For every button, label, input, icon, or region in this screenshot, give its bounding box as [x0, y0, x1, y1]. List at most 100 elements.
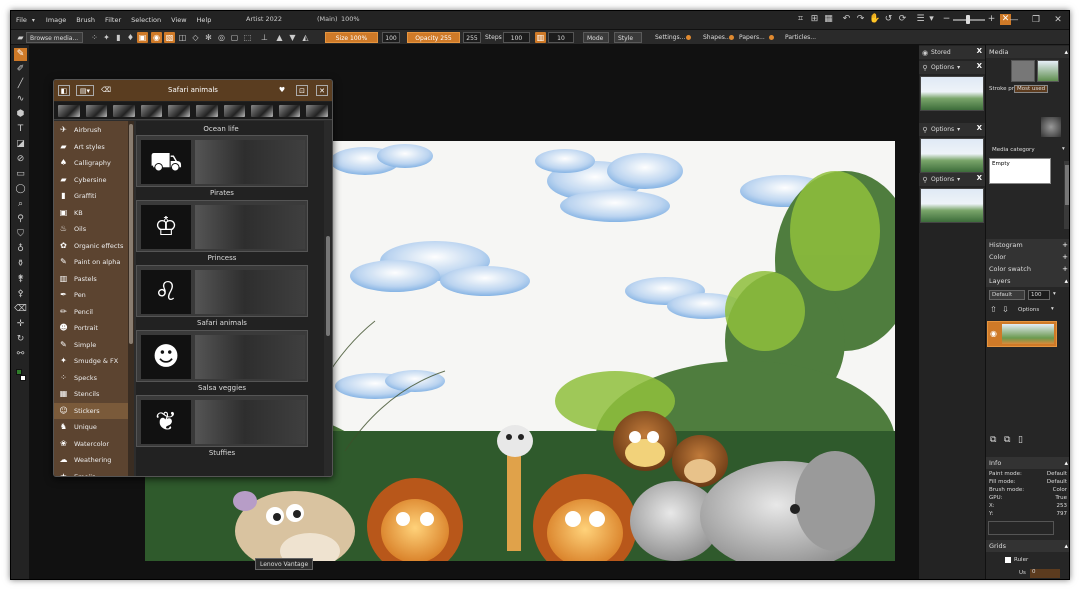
- layer-row[interactable]: ◉: [987, 321, 1057, 347]
- undo-icon[interactable]: ↶: [841, 14, 852, 25]
- category-item[interactable]: ✎ Simple: [54, 337, 128, 353]
- category-scrollbar[interactable]: [128, 121, 134, 476]
- settings-link[interactable]: Settings...: [655, 32, 685, 43]
- lock-icon[interactable]: ▣: [137, 32, 148, 43]
- menu-help[interactable]: Help: [192, 16, 217, 24]
- ellipse-select-icon[interactable]: ◯: [14, 183, 27, 196]
- link-icon[interactable]: ⚯: [14, 348, 27, 361]
- style-dropdown[interactable]: Style: [614, 32, 642, 43]
- preset-card[interactable]: ♌: [136, 265, 308, 317]
- pen-tool-icon[interactable]: ✐: [14, 63, 27, 76]
- category-item[interactable]: ✦ Smudge & FX: [54, 353, 128, 369]
- opacity-button[interactable]: Opacity 255: [407, 32, 460, 43]
- rect-select-icon[interactable]: ▭: [14, 168, 27, 181]
- texture-icon[interactable]: ◫: [177, 32, 188, 43]
- papers-link[interactable]: Papers...: [739, 32, 765, 43]
- shapes-link[interactable]: Shapes...: [703, 32, 731, 43]
- right-scrollbar[interactable]: [1064, 161, 1069, 229]
- brush-tip-icon[interactable]: ▮: [113, 32, 124, 43]
- hand-icon[interactable]: ✋: [869, 14, 880, 25]
- maximize-icon[interactable]: ❐: [1025, 11, 1047, 29]
- category-item[interactable]: ✈ Airbrush: [54, 122, 128, 138]
- cube-tool-icon[interactable]: ⬢: [14, 108, 27, 121]
- preset-card[interactable]: ♔: [136, 200, 308, 252]
- rotate-icon[interactable]: ↻: [14, 333, 27, 346]
- close-icon[interactable]: ✕: [316, 85, 328, 96]
- category-item[interactable]: ❀ Watercolor: [54, 436, 128, 452]
- spacing-input[interactable]: 10: [548, 32, 574, 43]
- blend-mode-dropdown[interactable]: Default: [989, 290, 1025, 300]
- zoom-slider-handle[interactable]: [966, 15, 970, 24]
- close-icon[interactable]: X: [977, 62, 982, 70]
- pin-icon[interactable]: ⚲: [919, 176, 931, 184]
- media-preview-gray[interactable]: [1011, 60, 1035, 82]
- options-label[interactable]: Options: [931, 126, 954, 133]
- chevron-down-icon[interactable]: ▾: [1062, 146, 1065, 152]
- info-section[interactable]: Info ▴: [986, 457, 1069, 469]
- color-swatch-section[interactable]: Color swatch +: [986, 263, 1069, 275]
- preset-scroll-thumb[interactable]: [326, 236, 330, 336]
- brush-thumb[interactable]: [306, 104, 328, 117]
- pattern-icon[interactable]: ◇: [190, 32, 201, 43]
- stored-thumbnail[interactable]: [920, 138, 984, 173]
- grid-icon[interactable]: ▦: [823, 14, 834, 25]
- histogram-section[interactable]: Histogram +: [986, 239, 1069, 251]
- category-item[interactable]: ☻ Portrait: [54, 320, 128, 336]
- circle-icon[interactable]: ◎: [216, 32, 227, 43]
- category-item[interactable]: ☁ Weathering: [54, 452, 128, 468]
- scatter-icon[interactable]: ⁘: [89, 32, 100, 43]
- align-icon[interactable]: ⊥: [259, 32, 270, 43]
- new-layer-icon[interactable]: ▯: [1018, 435, 1023, 445]
- crop-icon[interactable]: ⌗: [795, 14, 806, 25]
- brush-thumb[interactable]: [223, 104, 246, 117]
- curve-tool-icon[interactable]: ∿: [14, 93, 27, 106]
- fill-icon[interactable]: ⛉: [14, 228, 27, 241]
- chevron-down-icon[interactable]: ▾: [1051, 306, 1054, 312]
- brush-thumb[interactable]: [168, 104, 190, 117]
- menu-image[interactable]: Image: [41, 16, 71, 24]
- category-item[interactable]: ☺ Stickers: [54, 402, 128, 419]
- category-item[interactable]: ✎ Paint on alpha: [54, 254, 128, 270]
- minimize-icon[interactable]: —: [1003, 11, 1025, 29]
- mirror-icon[interactable]: ▼: [287, 32, 298, 43]
- brush-thumb[interactable]: [85, 104, 108, 117]
- options-label[interactable]: Options: [931, 176, 954, 183]
- category-item[interactable]: ⁘ Specks: [54, 370, 128, 386]
- media-category-list[interactable]: Empty: [989, 158, 1051, 184]
- preset-card[interactable]: ☻: [136, 330, 308, 382]
- category-scroll-thumb[interactable]: [129, 124, 133, 344]
- dropper-icon[interactable]: ⚵: [14, 273, 27, 286]
- layer-opacity-input[interactable]: 100: [1028, 290, 1050, 300]
- sparkle-icon[interactable]: ✦: [101, 32, 112, 43]
- steps-input[interactable]: 100: [503, 32, 530, 43]
- category-item[interactable]: ★ Emojis: [54, 469, 128, 477]
- chevron-down-icon[interactable]: ▾: [926, 14, 937, 25]
- brush-thumb[interactable]: [251, 104, 273, 117]
- transform-icon[interactable]: ⊞: [809, 14, 820, 25]
- shape-icon[interactable]: ⬚: [242, 32, 253, 43]
- category-item[interactable]: ▮ Graffiti: [54, 188, 128, 204]
- close-icon[interactable]: X: [977, 174, 982, 182]
- chevron-up-icon[interactable]: ▴: [1064, 277, 1068, 285]
- perspective-icon[interactable]: ◭: [300, 32, 311, 43]
- move-icon[interactable]: ✛: [14, 318, 27, 331]
- drop-icon[interactable]: ♦: [125, 32, 136, 43]
- category-item[interactable]: ✒ Pen: [54, 287, 128, 303]
- square-icon[interactable]: ▢: [229, 32, 240, 43]
- grids-section[interactable]: Grids ▴: [986, 540, 1069, 552]
- eraser-icon[interactable]: ⌫: [14, 303, 27, 316]
- stamp-tool-icon[interactable]: ⚱: [14, 258, 27, 271]
- menu-brush[interactable]: Brush: [71, 16, 100, 24]
- color-section[interactable]: Color +: [986, 251, 1069, 263]
- favorite-icon[interactable]: ♥: [276, 85, 288, 96]
- browse-media-dropdown[interactable]: Browse media...: [26, 32, 83, 43]
- menu-file[interactable]: File: [11, 16, 32, 24]
- brush-thumb[interactable]: [140, 104, 163, 117]
- preset-card[interactable]: ⛟: [136, 135, 308, 187]
- category-item[interactable]: ♨ Oils: [54, 221, 128, 237]
- paint-icon[interactable]: ◉: [151, 32, 162, 43]
- line-tool-icon[interactable]: ╱: [14, 78, 27, 91]
- stack-icon[interactable]: ☰: [915, 14, 926, 25]
- brush-thumb[interactable]: [58, 104, 80, 117]
- preset-scrollbar[interactable]: [324, 121, 332, 476]
